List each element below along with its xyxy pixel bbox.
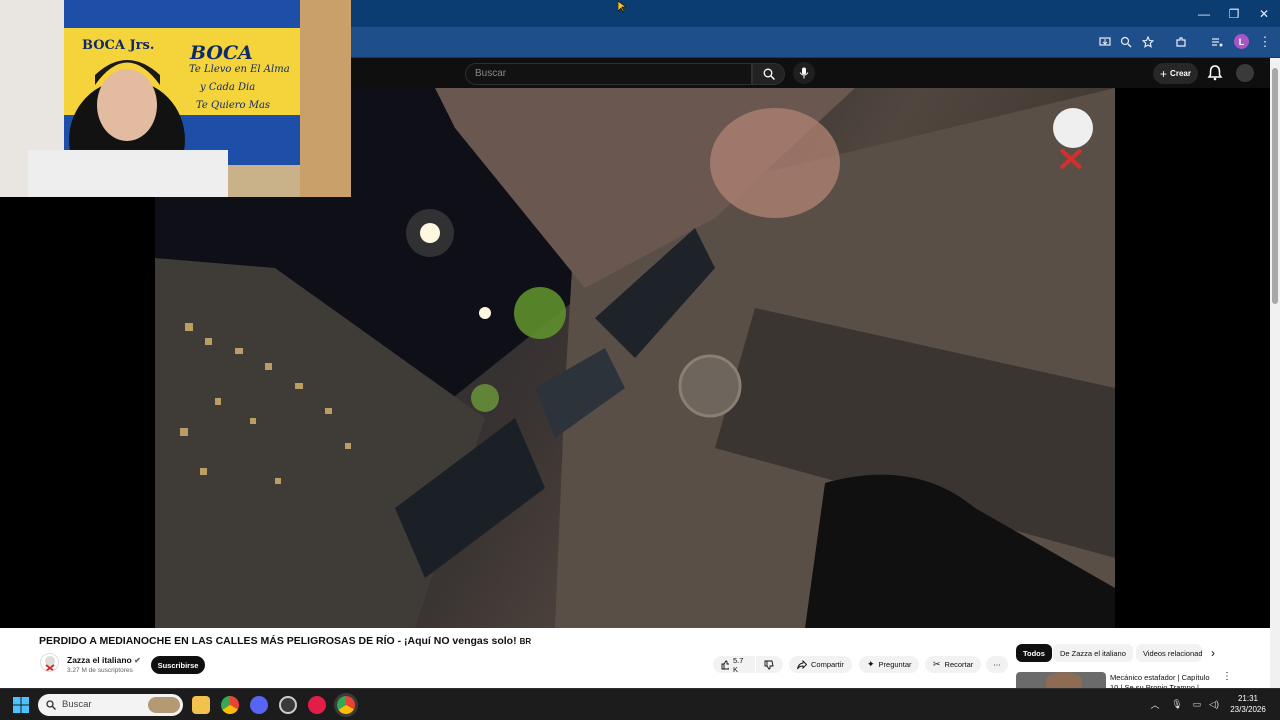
flag-text-4: y Cada Dia <box>200 82 256 93</box>
more-actions-button[interactable]: ⋯ <box>986 656 1008 673</box>
plus-icon: + <box>1160 66 1168 81</box>
subscriber-count: 3.27 M de suscriptores <box>67 667 133 674</box>
video-title: PERDIDO A MEDIANOCHE EN LAS CALLES MÁS P… <box>39 635 531 647</box>
share-button[interactable]: Compartir <box>789 656 852 673</box>
webcam-overlay: BOCA Jrs. BOCA Te Llevo en El Alma y Cad… <box>0 0 351 197</box>
ask-button[interactable]: ✦ Preguntar <box>859 656 920 673</box>
network-icon[interactable]: ▭ <box>1191 698 1203 710</box>
file-explorer-icon[interactable] <box>192 696 210 714</box>
discord-icon[interactable] <box>250 696 268 714</box>
scissors-icon: ✂ <box>933 659 941 669</box>
voice-search-button[interactable] <box>793 62 815 84</box>
clip-button[interactable]: ✂ Recortar <box>925 656 982 673</box>
channel-name[interactable]: Zazza el italiano ✔ <box>67 655 141 665</box>
flag-text-5: Te Quiero Mas <box>196 100 271 111</box>
taskbar-search-icon <box>46 700 56 710</box>
taskbar-clock[interactable]: 21:31 23/3/2026 <box>1226 693 1270 715</box>
clip-label: Recortar <box>944 660 974 669</box>
tray-overflow-icon[interactable]: ︿ <box>1149 698 1161 710</box>
install-app-icon[interactable] <box>1096 33 1114 51</box>
flag-text-2: BOCA <box>190 42 253 64</box>
taskbar-search-placeholder: Buscar <box>62 699 92 710</box>
minimize-button[interactable]: — <box>1188 0 1220 27</box>
related-video-title[interactable]: Mecánico estafador | Capítulo 10 | Se su… <box>1110 673 1218 688</box>
create-label: Crear <box>1170 69 1191 78</box>
share-icon <box>797 659 807 669</box>
close-button[interactable]: ✕ <box>1248 0 1280 27</box>
search-icon <box>763 68 775 80</box>
sparkle-icon: ✦ <box>867 659 875 669</box>
channel-avatar[interactable] <box>40 653 59 672</box>
related-video-thumbnail[interactable] <box>1016 672 1106 688</box>
webcam-frame <box>0 0 351 197</box>
flag-text-1: BOCA Jrs. <box>82 38 155 53</box>
channel-name-text: Zazza el italiano <box>67 655 132 665</box>
zoom-icon[interactable] <box>1117 33 1135 51</box>
clock-date: 23/3/2026 <box>1230 705 1266 714</box>
windows-taskbar: Buscar ︿ 🎙︎ ▭ ◁) 21:31 23/3/2026 <box>0 688 1280 720</box>
thumbs-down-icon <box>764 660 774 669</box>
share-label: Compartir <box>811 660 844 669</box>
chrome-profile-icon[interactable] <box>337 696 355 714</box>
ask-label: Preguntar <box>878 660 912 669</box>
windows-start-icon[interactable] <box>13 697 29 713</box>
chip-related[interactable]: Videos relacionados <box>1136 644 1202 662</box>
subscribe-button[interactable]: Suscribirse <box>151 656 205 674</box>
chevron-right-icon[interactable]: › <box>1211 646 1215 660</box>
search-button[interactable] <box>752 63 785 85</box>
dislike-button[interactable] <box>756 656 783 673</box>
media-player-icon[interactable] <box>308 696 326 714</box>
taskbar-search-input[interactable]: Buscar <box>38 694 183 716</box>
related-more-icon[interactable]: ⋮ <box>1222 671 1232 682</box>
flag-text-3: Te Llevo en El Alma <box>189 64 290 75</box>
volume-icon[interactable]: ◁) <box>1208 698 1220 710</box>
chrome-icon[interactable] <box>221 696 239 714</box>
bookmark-star-icon[interactable] <box>1139 33 1157 51</box>
video-title-text: PERDIDO A MEDIANOCHE EN LAS CALLES MÁS P… <box>39 635 517 647</box>
video-info-section: PERDIDO A MEDIANOCHE EN LAS CALLES MÁS P… <box>0 628 1270 688</box>
menu-kebab-icon[interactable]: ⋮ <box>1256 33 1274 51</box>
verified-icon: ✔ <box>134 656 141 665</box>
notifications-bell-icon[interactable] <box>1206 64 1224 82</box>
like-button[interactable]: 5.7 K <box>713 655 755 674</box>
youtube-search-input[interactable]: Buscar <box>465 63 752 85</box>
obs-icon[interactable] <box>279 696 297 714</box>
create-button[interactable]: + Crear <box>1153 63 1198 84</box>
mouse-cursor-icon <box>618 1 626 13</box>
microphone-icon <box>799 67 809 79</box>
thumbs-up-icon <box>721 660 729 669</box>
page-scrollbar[interactable] <box>1270 58 1280 688</box>
clock-time: 21:31 <box>1237 694 1259 703</box>
chip-all[interactable]: Todos <box>1016 644 1052 662</box>
media-control-icon[interactable] <box>1208 33 1226 51</box>
profile-avatar[interactable]: L <box>1234 34 1249 49</box>
scrollbar-thumb[interactable] <box>1272 68 1278 304</box>
restore-button[interactable]: ❐ <box>1218 0 1250 27</box>
title-badge: BR <box>519 637 532 646</box>
like-count: 5.7 K <box>733 655 744 674</box>
account-avatar[interactable] <box>1236 64 1254 82</box>
search-highlight-image <box>148 697 180 713</box>
chip-from-channel[interactable]: De Zazza el italiano <box>1053 644 1133 662</box>
extensions-icon[interactable] <box>1172 33 1190 51</box>
mic-tray-icon[interactable]: 🎙︎ <box>1171 698 1183 710</box>
